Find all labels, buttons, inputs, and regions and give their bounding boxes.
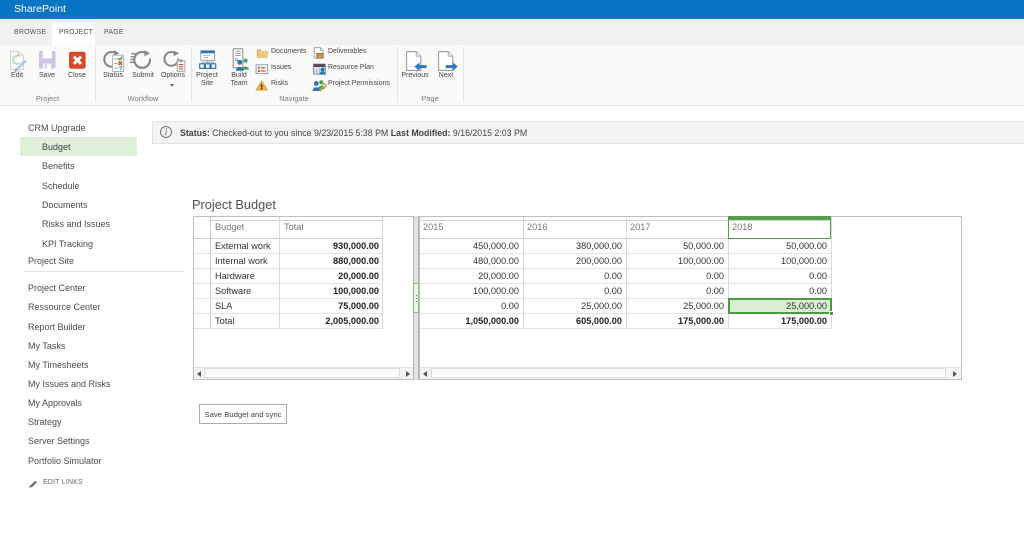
svg-text:?: ? — [119, 66, 123, 73]
